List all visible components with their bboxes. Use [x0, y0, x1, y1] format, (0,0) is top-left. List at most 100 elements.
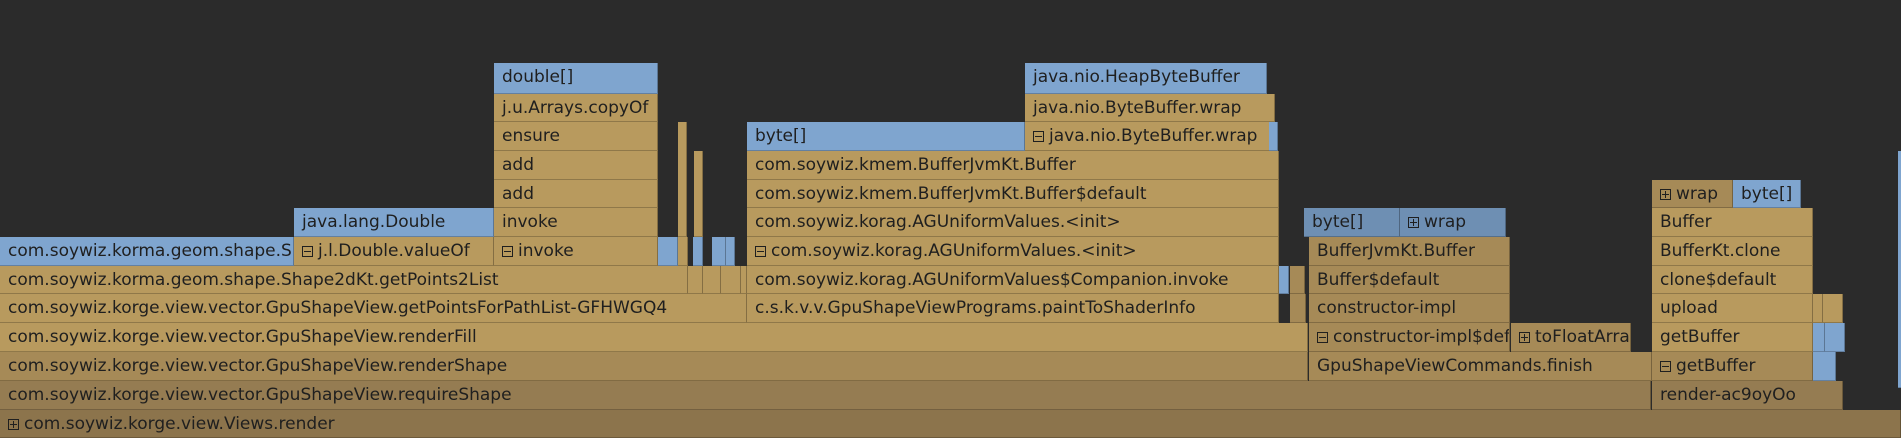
flame-frame[interactable] [688, 266, 703, 294]
flame-frame-label: java.nio.ByteBuffer.wrap [1049, 126, 1258, 146]
flame-frame[interactable]: java.lang.Double [294, 208, 494, 237]
flame-frame[interactable]: j.l.Double.valueOf [294, 237, 494, 266]
flame-frame-label: getBuffer [1676, 356, 1756, 376]
flame-frame[interactable]: com.soywiz.korag.AGUniformValues$Compani… [747, 266, 1279, 294]
flame-frame[interactable] [1813, 352, 1836, 381]
flame-frame-label: invoke [518, 241, 574, 261]
flame-frame-label: java.nio.ByteBuffer.wrap [1033, 98, 1242, 118]
flame-frame-label: add [502, 184, 534, 204]
flame-frame[interactable]: upload [1652, 294, 1813, 323]
flame-frame-label: java.lang.Double [302, 212, 446, 232]
flame-frame[interactable]: getBuffer [1652, 352, 1813, 381]
flame-frame[interactable] [1279, 266, 1289, 294]
flame-frame[interactable]: java.nio.ByteBuffer.wrap [1025, 94, 1275, 122]
flame-frame[interactable]: com.soywiz.korag.AGUniformValues.<init> [747, 237, 1279, 266]
flame-frame[interactable]: com.soywiz.korge.view.Views.render [0, 410, 1901, 438]
flame-frame[interactable]: com.soywiz.korge.view.vector.GpuShapeVie… [0, 294, 747, 323]
flame-frame[interactable] [658, 237, 678, 266]
flame-frame[interactable]: com.soywiz.korge.view.vector.GpuShapeVie… [0, 352, 1308, 381]
flame-frame-label: BufferJvmKt.Buffer [1317, 241, 1476, 261]
flame-frame[interactable]: BufferJvmKt.Buffer [1309, 237, 1510, 266]
flame-frame[interactable]: com.soywiz.kmem.BufferJvmKt.Buffer [747, 151, 1279, 180]
flame-frame[interactable] [678, 237, 688, 266]
flame-frame-label: com.soywiz.korag.AGUniformValues.<init> [771, 241, 1137, 261]
flame-frame[interactable] [678, 122, 687, 237]
flame-frame[interactable]: byte[] [747, 122, 1025, 151]
flame-frame[interactable]: com.soywiz.korma.geom.shape.Shape2dKt.ge… [0, 266, 747, 294]
flame-frame-label: wrap [1424, 212, 1467, 232]
flame-frame[interactable]: getBuffer [1652, 323, 1813, 352]
flame-frame[interactable]: clone$default [1652, 266, 1813, 294]
flame-frame[interactable]: wrap [1652, 180, 1733, 208]
flame-frame[interactable]: add [494, 180, 658, 208]
flame-frame[interactable] [658, 266, 688, 294]
flame-frame[interactable]: invoke [494, 237, 658, 266]
flame-frame[interactable]: j.u.Arrays.copyOf [494, 94, 658, 122]
collapse-icon[interactable] [755, 246, 766, 257]
flame-frame[interactable]: invoke [494, 208, 658, 237]
collapse-icon[interactable] [502, 246, 513, 257]
flame-frame[interactable]: java.nio.HeapByteBuffer [1025, 63, 1267, 94]
flame-frame[interactable]: BufferKt.clone [1652, 237, 1813, 266]
flame-frame[interactable]: wrap [1400, 208, 1506, 237]
flame-frame-label: com.soywiz.korma.geom.shape.Shape2dKt.ge… [8, 241, 293, 261]
collapse-icon[interactable] [302, 246, 313, 257]
flame-frame-label: ensure [502, 126, 560, 146]
flame-frame[interactable]: byte[] [1733, 180, 1801, 208]
flame-frame[interactable]: Buffer [1652, 208, 1813, 237]
flame-frame-label: wrap [1676, 184, 1719, 204]
flame-frame[interactable]: byte[] [1304, 208, 1400, 237]
flame-frame[interactable] [1825, 323, 1845, 352]
flame-frame-label: byte[] [755, 126, 807, 146]
flame-frame[interactable]: com.soywiz.korag.AGUniformValues.<init> [747, 208, 1279, 237]
flame-frame[interactable] [1269, 122, 1278, 151]
flame-frame[interactable]: c.s.k.v.v.GpuShapeViewPrograms.paintToSh… [747, 294, 1279, 323]
flame-frame[interactable] [703, 266, 721, 294]
flame-frame-label: double[] [502, 67, 574, 87]
flame-frame[interactable]: com.soywiz.korma.geom.shape.Shape2dKt.ge… [0, 237, 294, 266]
flame-frame[interactable]: double[] [494, 63, 658, 94]
flame-frame-label: byte[] [1312, 212, 1364, 232]
flame-frame[interactable] [1290, 294, 1306, 323]
collapse-icon[interactable] [1317, 332, 1328, 343]
flame-frame[interactable]: java.nio.ByteBuffer.wrap [1025, 122, 1275, 151]
flame-frame[interactable]: add [494, 151, 658, 180]
flame-frame[interactable] [721, 266, 741, 294]
flame-frame-label: Buffer [1660, 212, 1712, 232]
flame-frame[interactable] [1290, 266, 1305, 294]
flame-frame-label: com.soywiz.korge.view.vector.GpuShapeVie… [8, 385, 512, 405]
flame-frame[interactable] [693, 237, 703, 266]
flame-frame-label: j.u.Arrays.copyOf [502, 98, 649, 118]
flame-frame[interactable]: GpuShapeViewCommands.finish [1309, 352, 1652, 381]
flame-frame[interactable]: Buffer$default [1309, 266, 1510, 294]
flame-frame-label: com.soywiz.korag.AGUniformValues$Compani… [755, 270, 1229, 290]
flame-frame[interactable]: com.soywiz.korge.view.vector.GpuShapeVie… [0, 323, 1308, 352]
flame-frame-label: clone$default [1660, 270, 1777, 290]
flame-frame[interactable] [712, 237, 726, 266]
flame-frame[interactable]: ensure [494, 122, 658, 151]
expand-icon[interactable] [1660, 189, 1671, 200]
flame-frame-label: Buffer$default [1317, 270, 1440, 290]
flame-frame-label: render-ac9oyOo [1660, 385, 1796, 405]
collapse-icon[interactable] [1033, 131, 1044, 142]
flame-frame[interactable] [1813, 294, 1823, 323]
expand-icon[interactable] [8, 419, 19, 430]
flame-frame-label: com.soywiz.kmem.BufferJvmKt.Buffer [755, 155, 1076, 175]
flame-frame[interactable]: render-ac9oyOo [1652, 381, 1843, 410]
flame-frame[interactable]: toFloatArray [1511, 323, 1631, 352]
flame-frame[interactable]: com.soywiz.korge.view.vector.GpuShapeVie… [0, 381, 1651, 410]
flame-frame-label: com.soywiz.kmem.BufferJvmKt.Buffer$defau… [755, 184, 1147, 204]
flame-frame[interactable] [1823, 294, 1843, 323]
flame-frame[interactable]: constructor-impl$default [1309, 323, 1510, 352]
flame-frame[interactable] [726, 237, 735, 266]
flame-frame[interactable]: com.soywiz.kmem.BufferJvmKt.Buffer$defau… [747, 180, 1279, 208]
flame-frame-label: getBuffer [1660, 327, 1740, 347]
flame-frame-label: j.l.Double.valueOf [318, 241, 470, 261]
flame-frame[interactable] [694, 151, 703, 237]
flame-frame[interactable]: constructor-impl [1309, 294, 1510, 323]
collapse-icon[interactable] [1660, 361, 1671, 372]
flame-frame[interactable] [1813, 323, 1825, 352]
expand-icon[interactable] [1408, 217, 1419, 228]
flame-frame-label: GpuShapeViewCommands.finish [1317, 356, 1593, 376]
expand-icon[interactable] [1519, 332, 1530, 343]
